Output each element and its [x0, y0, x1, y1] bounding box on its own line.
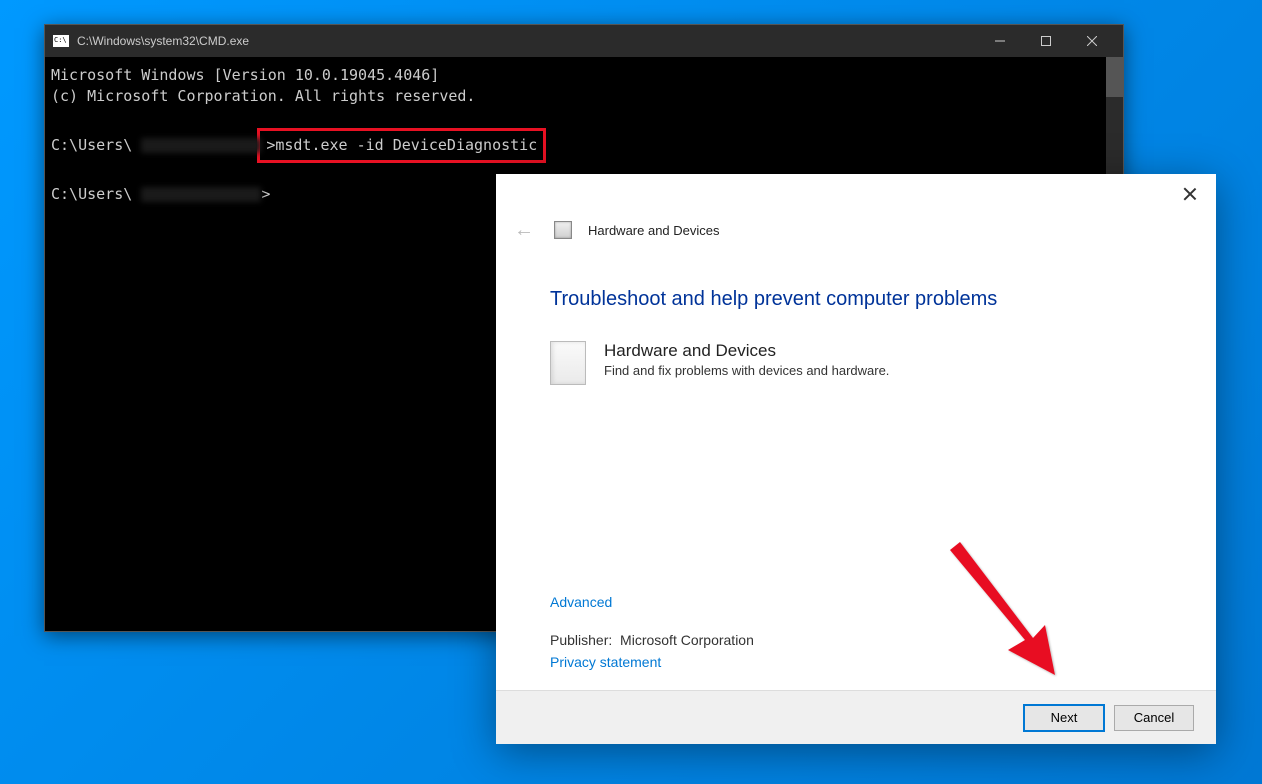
cmd-output-line: (c) Microsoft Corporation. All rights re… — [51, 86, 1117, 107]
advanced-link[interactable]: Advanced — [550, 594, 612, 610]
cmd-output-line: Microsoft Windows [Version 10.0.19045.40… — [51, 65, 1117, 86]
dialog-content: Troubleshoot and help prevent computer p… — [496, 246, 1216, 594]
troubleshooter-dialog: ← Hardware and Devices Troubleshoot and … — [496, 174, 1216, 744]
redacted-username — [141, 187, 261, 202]
redacted-username — [141, 138, 261, 153]
cmd-prompt-prefix: C:\Users\ — [51, 185, 132, 203]
cmd-prompt-prefix: C:\Users\ — [51, 136, 132, 154]
publisher-value: Microsoft Corporation — [620, 632, 754, 648]
dialog-title: Troubleshoot and help prevent computer p… — [550, 288, 1162, 311]
privacy-link[interactable]: Privacy statement — [550, 654, 661, 670]
cmd-prompt-char: > — [261, 185, 270, 203]
cmd-blank-line — [51, 107, 1117, 128]
publisher-line: Publisher: Microsoft Corporation — [550, 632, 1162, 648]
highlighted-command: >msdt.exe -id DeviceDiagnostic — [257, 128, 546, 163]
cmd-prompt-line: C:\Users\ >msdt.exe -id DeviceDiagnostic — [51, 128, 1117, 163]
item-title: Hardware and Devices — [604, 341, 889, 361]
cmd-window-title: C:\Windows\system32\CMD.exe — [77, 34, 977, 48]
publisher-label: Publisher: — [550, 632, 612, 648]
maximize-button[interactable] — [1023, 25, 1069, 57]
cmd-titlebar[interactable]: C:\Windows\system32\CMD.exe — [45, 25, 1123, 57]
dialog-header-title: Hardware and Devices — [588, 223, 720, 238]
dialog-header: ← Hardware and Devices — [496, 214, 1216, 246]
item-description: Find and fix problems with devices and h… — [604, 363, 889, 378]
troubleshooter-item: Hardware and Devices Find and fix proble… — [550, 341, 1162, 385]
cmd-icon — [53, 35, 69, 47]
hardware-icon — [554, 221, 572, 239]
dialog-close-button[interactable] — [1182, 186, 1198, 202]
cancel-button[interactable]: Cancel — [1114, 705, 1194, 731]
minimize-button[interactable] — [977, 25, 1023, 57]
next-button[interactable]: Next — [1024, 705, 1104, 731]
close-button[interactable] — [1069, 25, 1115, 57]
cmd-command-text: msdt.exe -id DeviceDiagnostic — [275, 136, 537, 154]
cmd-prompt-char: > — [266, 136, 275, 154]
dialog-footer: Next Cancel — [496, 690, 1216, 744]
back-arrow-icon: ← — [510, 215, 538, 246]
device-icon — [550, 341, 586, 385]
cmd-scrollbar-thumb[interactable] — [1106, 57, 1123, 97]
dialog-bottom-section: Advanced Publisher: Microsoft Corporatio… — [496, 594, 1216, 690]
